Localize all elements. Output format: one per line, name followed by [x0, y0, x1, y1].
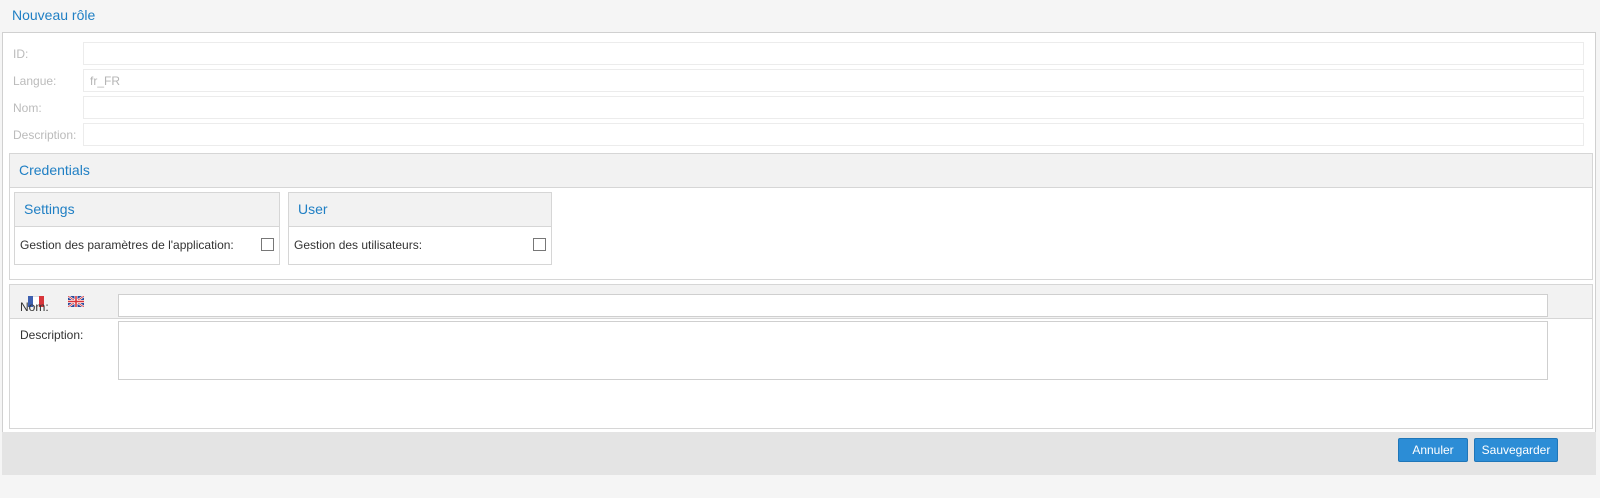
flag-gb-icon[interactable] — [68, 296, 84, 307]
save-button[interactable]: Sauvegarder — [1474, 438, 1558, 462]
description-row: Description: — [3, 123, 1595, 147]
translation-panel: Nom: Description: — [9, 284, 1593, 429]
nom-row: Nom: — [3, 96, 1595, 120]
settings-group-header: Settings — [15, 193, 279, 227]
settings-permission-checkbox[interactable] — [261, 238, 274, 251]
translation-nom-label: Nom: — [20, 300, 49, 314]
credentials-header: Credentials — [10, 154, 1592, 188]
id-row: ID: — [3, 42, 1595, 66]
id-label: ID: — [13, 47, 29, 61]
user-group: User Gestion des utilisateurs: — [288, 192, 552, 265]
nom-label: Nom: — [13, 101, 42, 115]
description-label: Description: — [13, 128, 77, 142]
translation-description-label: Description: — [20, 328, 84, 342]
settings-permission-row: Gestion des paramètres de l'application: — [15, 227, 279, 264]
id-field[interactable] — [83, 42, 1584, 65]
settings-permission-label: Gestion des paramètres de l'application: — [20, 238, 234, 252]
user-permission-row: Gestion des utilisateurs: — [289, 227, 551, 264]
credentials-panel: Credentials Settings Gestion des paramèt… — [9, 153, 1593, 280]
translation-nom-input[interactable] — [118, 294, 1548, 317]
footer-bar: Annuler Sauvegarder — [2, 432, 1596, 475]
user-permission-checkbox[interactable] — [533, 238, 546, 251]
user-group-header: User — [289, 193, 551, 227]
nom-field[interactable] — [83, 96, 1584, 119]
settings-group: Settings Gestion des paramètres de l'app… — [14, 192, 280, 265]
window-title: Nouveau rôle — [12, 7, 96, 23]
translation-description-textarea[interactable] — [118, 321, 1548, 380]
langue-field[interactable]: fr_FR — [83, 69, 1584, 92]
cancel-button[interactable]: Annuler — [1398, 438, 1468, 462]
langue-row: Langue: fr_FR — [3, 69, 1595, 93]
description-field[interactable] — [83, 123, 1584, 146]
langue-label: Langue: — [13, 74, 57, 88]
user-permission-label: Gestion des utilisateurs: — [294, 238, 423, 252]
role-form-panel: ID: Langue: fr_FR Nom: Description: Cred… — [2, 32, 1596, 475]
